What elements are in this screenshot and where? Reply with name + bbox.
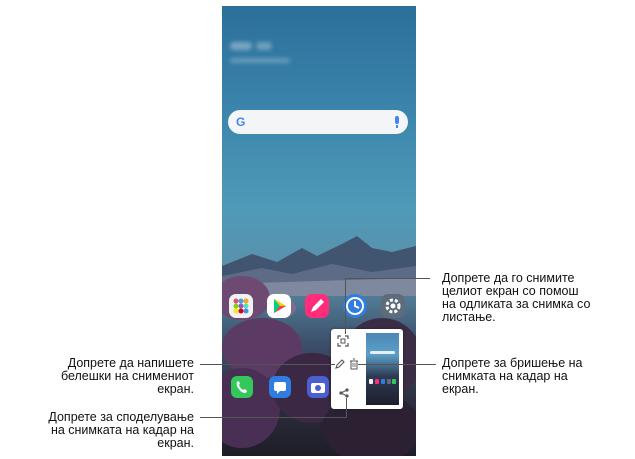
clock-widget-minutes	[256, 42, 272, 50]
callout-line-mid-right	[358, 364, 436, 365]
thumbnail-search-bar	[370, 351, 395, 354]
callout-line-top-right-h	[345, 278, 430, 279]
callout-line-bottom-left-v	[346, 398, 347, 418]
callout-line-bottom-left-h	[200, 417, 346, 418]
app-grid-icon[interactable]	[229, 294, 253, 318]
callout-share: Допрете за споделување на снимката на ка…	[0, 411, 194, 450]
share-icon[interactable]	[338, 387, 350, 399]
screenshot-thumbnail[interactable]	[366, 333, 399, 405]
google-search-bar[interactable]: G	[228, 110, 408, 134]
scroll-capture-icon[interactable]	[337, 335, 349, 347]
clock-widget	[230, 42, 252, 50]
pencil-icon[interactable]	[334, 358, 346, 370]
date-widget	[230, 58, 290, 63]
memo-icon[interactable]	[305, 294, 329, 318]
callout-write-notes: Допрете да напишете белешки на снимениот…	[0, 357, 194, 396]
settings-icon[interactable]	[381, 294, 405, 318]
callout-scroll-capture: Допрете да го снимите целиот екран со по…	[442, 272, 632, 324]
play-store-icon[interactable]	[267, 294, 291, 318]
callout-line-top-right-v	[345, 278, 346, 334]
mic-icon[interactable]	[395, 116, 399, 128]
thumbnail-app-icons	[369, 379, 396, 384]
callout-line-text: екран.	[157, 436, 194, 450]
clock-icon[interactable]	[343, 294, 367, 318]
callout-line-text: екран.	[442, 382, 479, 396]
phone-icon[interactable]	[231, 376, 253, 398]
callout-line-text: листање.	[442, 310, 496, 324]
callout-delete: Допрете за бришење на снимката на кадар …	[442, 357, 632, 396]
camera-icon[interactable]	[307, 376, 329, 398]
callout-line-mid-left	[200, 364, 335, 365]
callout-line-text: екран.	[157, 382, 194, 396]
google-logo: G	[236, 115, 246, 129]
messages-icon[interactable]	[269, 376, 291, 398]
